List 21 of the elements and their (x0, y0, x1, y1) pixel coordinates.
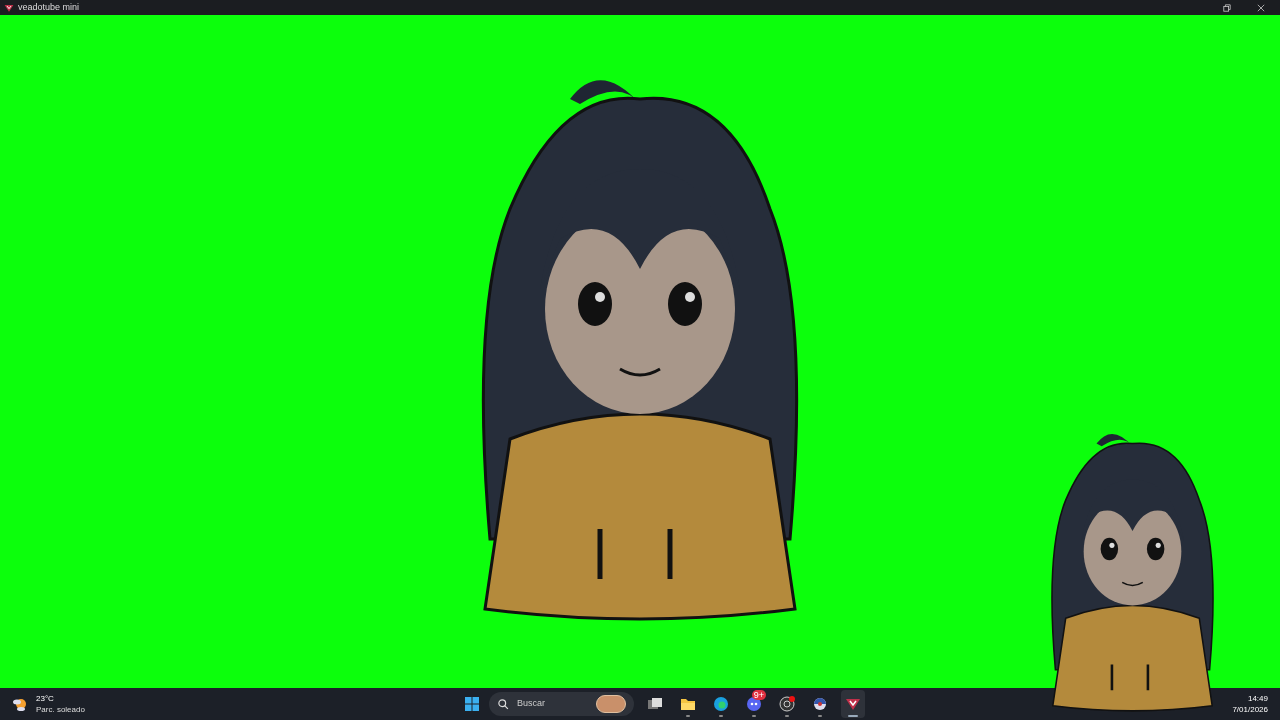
windows-logo-icon[interactable] (464, 696, 480, 712)
folder-icon (680, 696, 696, 712)
window-title: veadotube mini (18, 0, 80, 14)
weather-condition: Parc. soleado (36, 704, 85, 715)
search-icon (497, 698, 509, 710)
clock-date: 7/01/2026 (1232, 704, 1268, 715)
notification-badge: 9+ (751, 690, 766, 700)
search-field[interactable]: Buscar (489, 692, 634, 716)
windows-icon (647, 696, 663, 712)
restore-icon (1223, 3, 1231, 12)
sun-cloud-icon (12, 696, 28, 712)
gamepad-chat-icon (746, 696, 762, 712)
weather-temperature: 23°C (36, 693, 55, 704)
taskbar-app-button[interactable] (841, 690, 865, 718)
close-icon (1257, 3, 1265, 12)
taskbar-app-button[interactable]: 9+ (742, 690, 766, 718)
clock-time: 14:49 (1247, 693, 1268, 704)
search-input[interactable]: Buscar (517, 697, 588, 711)
circle-record-icon (779, 696, 795, 712)
ball-icon (812, 696, 828, 712)
search-highlight-picture (596, 695, 626, 713)
